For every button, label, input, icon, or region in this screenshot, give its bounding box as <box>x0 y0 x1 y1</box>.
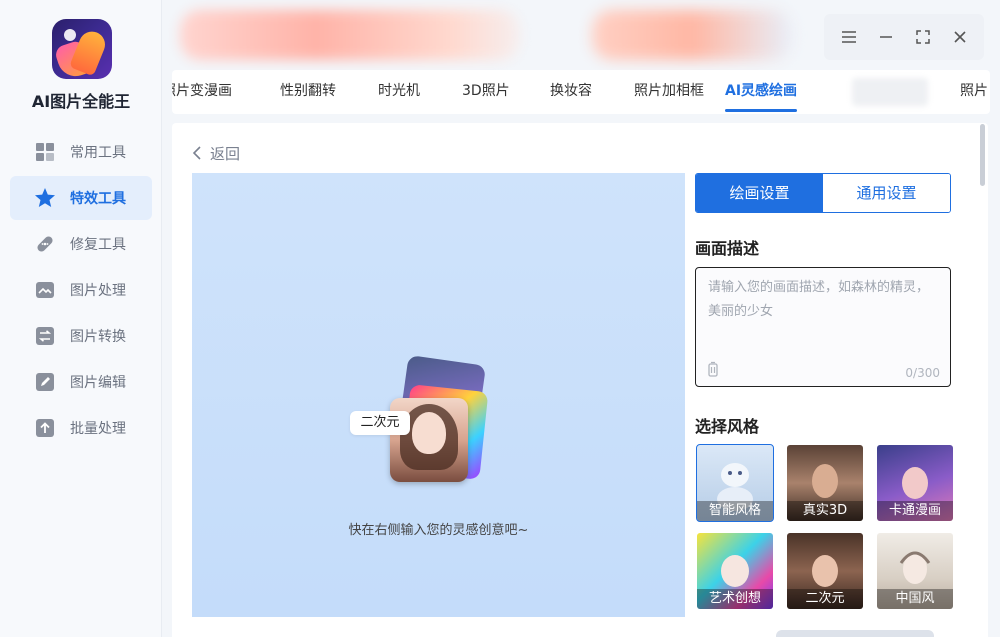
tab-time-machine[interactable]: 时光机 <box>378 70 420 114</box>
style-cartoon-comic[interactable]: 卡通漫画 <box>877 445 953 521</box>
tab-makeup[interactable]: 换妆容 <box>550 70 592 114</box>
back-label: 返回 <box>210 144 241 163</box>
grid-icon <box>34 141 56 163</box>
description-input[interactable] <box>696 268 950 358</box>
image-icon <box>34 279 56 301</box>
bottom-action-bar[interactable] <box>776 630 934 637</box>
sidebar-item-label: 特效工具 <box>70 191 126 207</box>
main-panel: 返回 二次元 快在右侧输入您的灵感创意吧~ 绘画设置 通用设置 画面描述 0/3… <box>172 123 988 637</box>
top-bar <box>172 6 990 64</box>
tab-3d-photo[interactable]: 3D照片 <box>462 70 510 114</box>
sidebar-item-repair-tools[interactable]: 修复工具 <box>10 222 152 266</box>
sidebar-item-label: 批量处理 <box>70 421 126 437</box>
style-label: 二次元 <box>787 589 863 609</box>
edit-icon <box>34 371 56 393</box>
sidebar-item-image-processing[interactable]: 图片处理 <box>10 268 152 312</box>
close-icon[interactable] <box>948 25 972 49</box>
preview-canvas: 二次元 快在右侧输入您的灵感创意吧~ <box>192 173 685 617</box>
app-title: AI图片全能王 <box>31 92 131 111</box>
tab-photo-more[interactable]: 照片 <box>960 70 988 114</box>
tab-general-settings[interactable]: 通用设置 <box>823 174 950 212</box>
bandage-icon <box>34 233 56 255</box>
preview-hint: 快在右侧输入您的灵感创意吧~ <box>348 523 529 538</box>
upload-icon <box>34 417 56 439</box>
sidebar-item-label: 常用工具 <box>70 145 126 161</box>
style-real-3d[interactable]: 真实3D <box>787 445 863 521</box>
sidebar-item-image-convert[interactable]: 图片转换 <box>10 314 152 358</box>
sidebar-item-common-tools[interactable]: 常用工具 <box>10 130 152 174</box>
sidebar-item-image-edit[interactable]: 图片编辑 <box>10 360 152 404</box>
promo-blurred[interactable] <box>592 10 792 60</box>
banner-blurred[interactable] <box>180 10 520 60</box>
style-label: 艺术创想 <box>697 589 773 609</box>
sidebar-nav: 常用工具 特效工具 修复工具 图片处理 图片转换 图片编辑 批量处理 <box>10 130 152 452</box>
clear-icon[interactable] <box>706 361 720 377</box>
style-label: 智能风格 <box>697 501 773 521</box>
tab-blurred[interactable] <box>852 78 928 106</box>
description-title: 画面描述 <box>695 239 760 258</box>
sidebar-item-label: 图片处理 <box>70 283 126 299</box>
tab-ai-inspiration-drawing[interactable]: AI灵感绘画 <box>703 70 819 114</box>
style-anime[interactable]: 二次元 <box>787 533 863 609</box>
sidebar-item-label: 修复工具 <box>70 237 126 253</box>
style-bubble: 二次元 <box>350 411 410 435</box>
tab-drawing-settings[interactable]: 绘画设置 <box>696 174 823 212</box>
minimize-icon[interactable] <box>874 25 898 49</box>
scrollbar[interactable] <box>980 124 985 186</box>
tab-gender-swap[interactable]: 性别翻转 <box>280 70 336 114</box>
style-smart[interactable]: 智能风格 <box>696 444 774 522</box>
style-art-creative[interactable]: 艺术创想 <box>697 533 773 609</box>
style-label: 卡通漫画 <box>877 501 953 521</box>
window-controls <box>824 14 984 60</box>
convert-icon <box>34 325 56 347</box>
maximize-icon[interactable] <box>911 25 935 49</box>
settings-tabs: 绘画设置 通用设置 <box>695 173 951 213</box>
sidebar-item-batch-processing[interactable]: 批量处理 <box>10 406 152 450</box>
style-chinese[interactable]: 中国风 <box>877 533 953 609</box>
menu-icon[interactable] <box>837 25 861 49</box>
back-button[interactable]: 返回 <box>192 143 240 163</box>
feature-tabs: 照片变漫画 性别翻转 时光机 3D照片 换妆容 照片加相框 AI灵感绘画 照片 <box>172 70 990 114</box>
star-icon <box>34 187 56 209</box>
style-label: 中国风 <box>877 589 953 609</box>
sidebar: AI图片全能王 常用工具 特效工具 修复工具 图片处理 图片转换 图片编辑 批量… <box>0 0 162 637</box>
style-label: 真实3D <box>787 501 863 521</box>
tab-photo-frame[interactable]: 照片加相框 <box>634 70 704 114</box>
char-count: 0/300 <box>905 366 940 380</box>
sidebar-item-label: 图片编辑 <box>70 375 126 391</box>
app-logo <box>52 19 112 79</box>
sidebar-item-label: 图片转换 <box>70 329 126 345</box>
chevron-left-icon <box>192 146 201 160</box>
description-box: 0/300 <box>695 267 951 387</box>
sidebar-item-effects-tools[interactable]: 特效工具 <box>10 176 152 220</box>
tab-photo-to-comic[interactable]: 照片变漫画 <box>172 70 232 114</box>
style-title: 选择风格 <box>695 417 760 436</box>
